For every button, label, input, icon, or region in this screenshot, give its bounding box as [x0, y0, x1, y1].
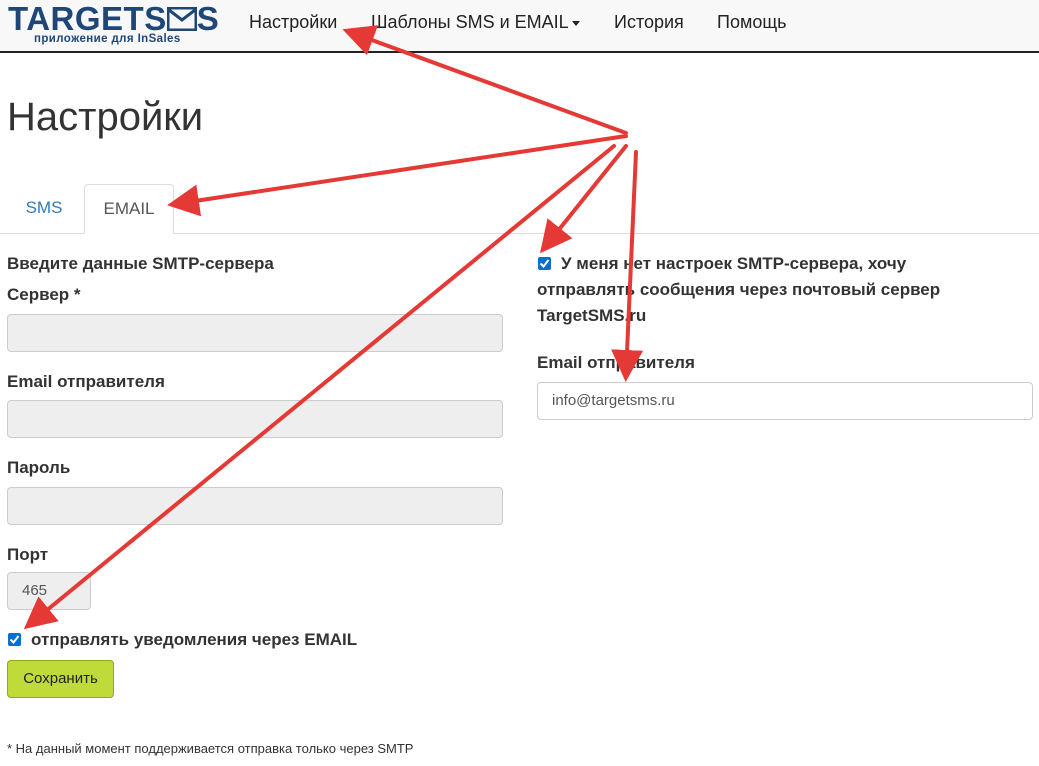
save-button[interactable]: Сохранить [7, 660, 114, 698]
tab-email[interactable]: EMAIL [84, 184, 174, 234]
smtp-heading: Введите данные SMTP-сервера [7, 254, 274, 273]
nav-item-label: История [614, 12, 684, 32]
send-email-checkbox[interactable] [8, 633, 21, 646]
port-input[interactable]: 465 [7, 572, 91, 610]
logo-title: TARGETS S [8, 0, 220, 37]
port-label: Порт [7, 545, 49, 564]
footnote: * На данный момент поддерживается отправ… [7, 741, 414, 756]
sender-email-label: Email отправителя [7, 372, 165, 391]
nav-item-label: Шаблоны SMS и EMAIL [371, 12, 569, 32]
password-label: Пароль [7, 458, 71, 477]
server-label: Сервер * [7, 285, 81, 304]
logo-subtitle: приложение для InSales [34, 33, 181, 45]
top-navbar: TARGETS S приложение для InSales Настройк… [0, 0, 1039, 53]
server-input[interactable] [7, 314, 503, 352]
tab-sms[interactable]: SMS [8, 184, 80, 234]
send-email-checkbox-label[interactable]: отправлять уведомления через EMAIL [31, 627, 357, 653]
no-smtp-checkbox-label[interactable]: У меня нет настроек SMTP-сервера, хочу о… [537, 251, 977, 329]
alt-sender-email-label: Email отправителя [537, 353, 695, 372]
nav-item-settings[interactable]: Настройки [249, 0, 337, 44]
page-title: Настройки [7, 95, 204, 139]
nav-item-history[interactable]: История [614, 0, 684, 44]
tab-label: EMAIL [103, 199, 155, 218]
nav-item-label: Настройки [249, 12, 338, 32]
checkmark-icon [9, 635, 20, 645]
targetsms-logo[interactable]: TARGETS S приложение для InSales [8, 0, 220, 48]
nav-item-help[interactable]: Помощь [717, 0, 787, 44]
nav-item-templates[interactable]: Шаблоны SMS и EMAIL [371, 0, 580, 44]
tab-label: SMS [25, 198, 63, 217]
password-input[interactable] [7, 487, 503, 525]
alt-sender-email-input[interactable]: info@targetsms.ru [537, 382, 1033, 420]
envelope-icon [166, 7, 197, 31]
arrow-to-no-smtp-checkbox [539, 144, 628, 254]
caret-down-icon [571, 20, 580, 26]
arrow-to-email-tab [167, 134, 628, 217]
nav-item-label: Помощь [717, 12, 787, 32]
sender-email-input[interactable] [7, 400, 503, 438]
